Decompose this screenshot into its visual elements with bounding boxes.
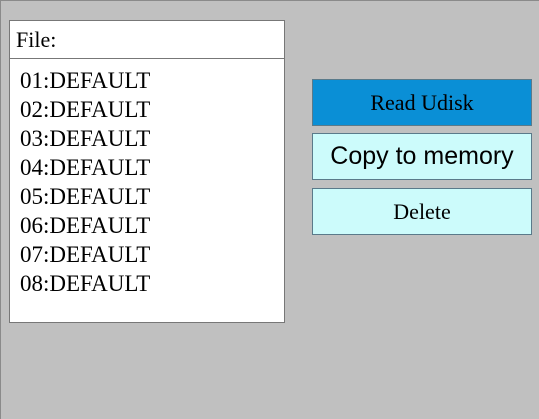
- file-list-item-08[interactable]: 08:DEFAULT: [20, 269, 284, 298]
- delete-button[interactable]: Delete: [312, 188, 532, 235]
- read-udisk-button[interactable]: Read Udisk: [312, 79, 532, 126]
- file-list-item-07[interactable]: 07:DEFAULT: [20, 240, 284, 269]
- copy-to-memory-button[interactable]: Copy to memory: [312, 133, 532, 180]
- file-list-item-04[interactable]: 04:DEFAULT: [20, 153, 284, 182]
- file-list-item-01[interactable]: 01:DEFAULT: [20, 66, 284, 95]
- file-list-item-06[interactable]: 06:DEFAULT: [20, 211, 284, 240]
- udisk-file-screen: File: 01:DEFAULT 02:DEFAULT 03:DEFAULT 0…: [0, 0, 539, 419]
- file-header-label: File:: [9, 20, 285, 59]
- file-list-item-05[interactable]: 05:DEFAULT: [20, 182, 284, 211]
- file-list-item-03[interactable]: 03:DEFAULT: [20, 124, 284, 153]
- file-list-item-02[interactable]: 02:DEFAULT: [20, 95, 284, 124]
- file-list: 01:DEFAULT 02:DEFAULT 03:DEFAULT 04:DEFA…: [9, 59, 285, 323]
